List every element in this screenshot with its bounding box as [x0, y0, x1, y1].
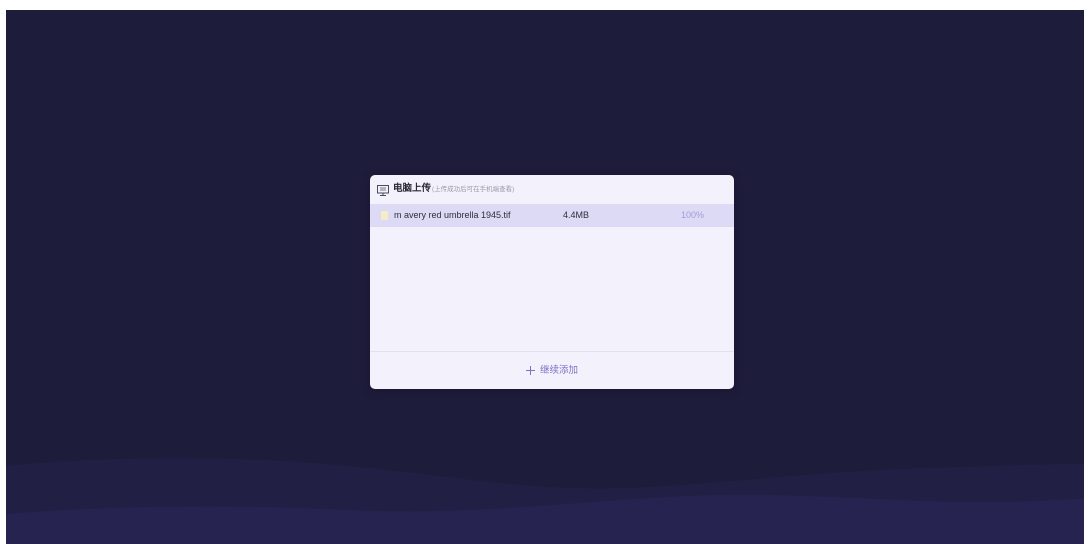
add-more-label: 继续添加 [539, 364, 578, 376]
file-progress-text: 100% [681, 210, 705, 220]
file-icon [381, 211, 388, 220]
monitor-icon [377, 185, 389, 196]
add-more-button[interactable]: 继续添加 [525, 364, 578, 377]
file-size: 4.4MB [563, 210, 590, 220]
file-list: m avery red umbrella 1945.tif 4.4MB 100% [370, 204, 734, 351]
wave-decoration [6, 458, 1084, 544]
dialog-subtitle: (上传成功后可在手机端查看) [432, 186, 515, 193]
dialog-title: 电脑上传 [393, 183, 432, 194]
file-row[interactable]: m avery red umbrella 1945.tif 4.4MB 100% [370, 204, 734, 227]
file-name: m avery red umbrella 1945.tif [394, 210, 511, 220]
dialog-footer: 继续添加 [370, 352, 734, 389]
upload-dialog: 电脑上传 (上传成功后可在手机端查看) m avery red umbrella… [370, 175, 734, 389]
dialog-header: 电脑上传 (上传成功后可在手机端查看) [370, 175, 734, 204]
plus-icon [525, 366, 535, 375]
